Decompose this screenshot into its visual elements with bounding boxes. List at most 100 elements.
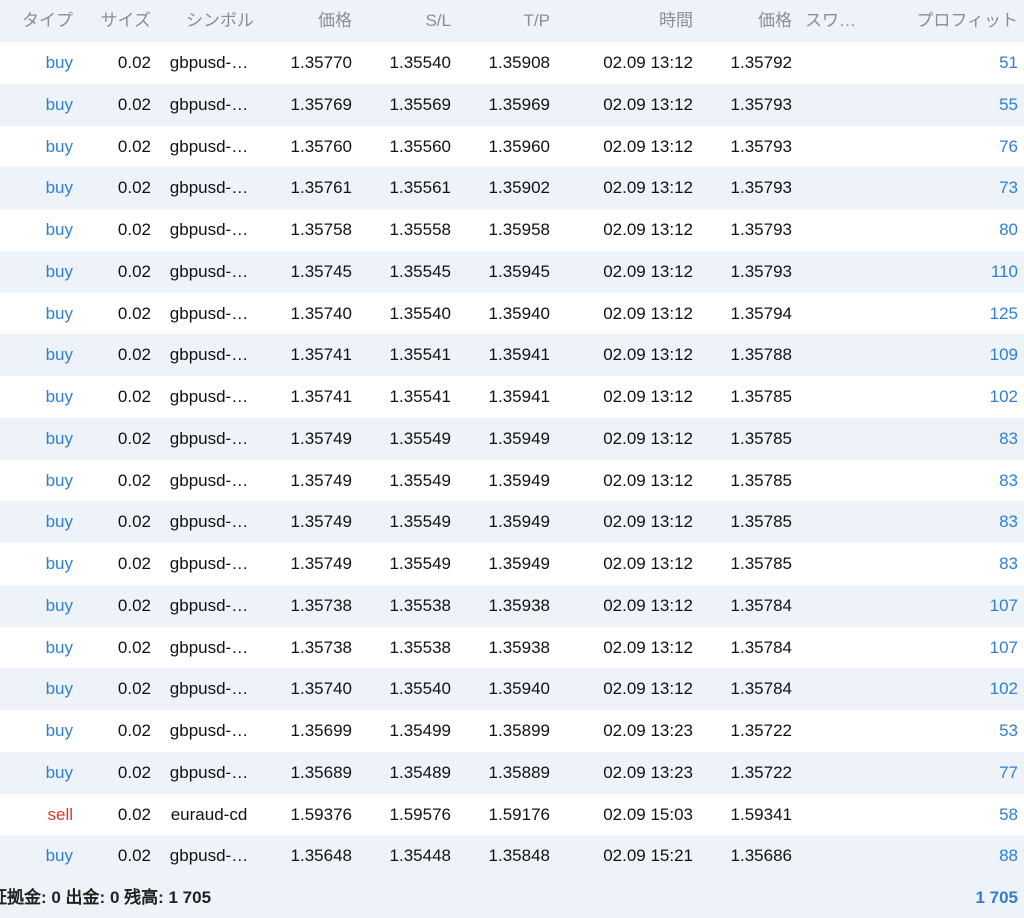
column-header-time[interactable]: 時間 [560,0,693,42]
table-row[interactable]: buy 0.02 gbpusd-… 1.35699 1.35499 1.3589… [0,710,1024,752]
trade-take-profit: 1.35940 [488,679,550,699]
table-row[interactable]: buy 0.02 gbpusd-… 1.35760 1.35560 1.3596… [0,125,1024,168]
trade-type: sell [47,804,73,824]
trade-open-price: 1.35758 [290,220,352,239]
table-row[interactable]: buy 0.02 gbpusd-… 1.35689 1.35489 1.3588… [0,751,1024,794]
table-row[interactable]: buy 0.02 gbpusd-… 1.35749 1.35549 1.3594… [0,417,1024,460]
trade-take-profit: 1.35848 [488,846,550,866]
trade-swap [805,794,875,836]
table-row[interactable]: buy 0.02 gbpusd-… 1.35749 1.35549 1.3594… [0,459,1024,502]
trade-time: 02.09 13:12 [603,512,693,532]
table-row[interactable]: buy 0.02 gbpusd-… 1.35738 1.35538 1.3593… [0,626,1024,669]
table-row[interactable]: buy 0.02 gbpusd-… 1.35770 1.35540 1.3590… [0,42,1024,84]
trade-time: 02.09 13:12 [603,53,693,72]
trade-swap [805,418,875,460]
trade-open-price: 1.35738 [290,637,352,657]
trade-swap [805,126,875,168]
column-header-stop-loss[interactable]: S/L [360,0,451,42]
column-header-swap[interactable]: スワ… [805,0,875,42]
trade-type: buy [45,303,73,323]
trade-size: 0.02 [117,136,151,156]
column-header-size[interactable]: サイズ [80,0,152,42]
trade-time: 02.09 13:12 [603,345,693,365]
trade-take-profit: 1.35938 [488,637,550,657]
trade-size: 0.02 [117,94,151,114]
table-row[interactable]: buy 0.02 gbpusd-… 1.35745 1.35545 1.3594… [0,250,1024,293]
trade-type: buy [45,220,73,239]
trade-time: 02.09 13:12 [603,470,693,490]
trade-type: buy [45,261,73,281]
trade-swap [805,627,875,669]
trade-current-price: 1.35794 [730,303,792,323]
trade-size: 0.02 [117,762,151,782]
table-row[interactable]: buy 0.02 gbpusd-… 1.35749 1.35549 1.3594… [0,501,1024,543]
trade-time: 02.09 15:03 [603,804,693,824]
trade-rows: buy 0.02 gbpusd-… 1.35770 1.35540 1.3590… [0,42,1024,877]
trade-time: 02.09 13:12 [603,178,693,198]
table-row[interactable]: buy 0.02 gbpusd-… 1.35740 1.35540 1.3594… [0,292,1024,335]
trade-size: 0.02 [117,53,151,72]
trade-swap [805,710,875,752]
table-row[interactable]: buy 0.02 gbpusd-… 1.35738 1.35538 1.3593… [0,584,1024,627]
account-total-profit: 1 705 [975,888,1018,907]
trade-stop-loss: 1.35561 [389,178,451,198]
trade-open-price: 1.35738 [290,595,352,615]
trade-swap [805,84,875,126]
trade-take-profit: 1.35941 [488,345,550,365]
trade-current-price: 1.35686 [730,846,792,866]
trade-profit: 109 [989,345,1018,365]
column-header-current-price[interactable]: 価格 [700,0,792,42]
trade-profit: 83 [999,428,1018,448]
trade-current-price: 1.35785 [730,387,792,406]
trade-profit: 83 [999,512,1018,532]
trade-swap [805,376,875,418]
table-row[interactable]: buy 0.02 gbpusd-… 1.35749 1.35549 1.3594… [0,543,1024,585]
trade-take-profit: 1.35949 [488,470,550,490]
table-row[interactable]: buy 0.02 gbpusd-… 1.35741 1.35541 1.3594… [0,376,1024,418]
trade-symbol: euraud-cd [170,804,248,824]
trade-open-price: 1.35699 [290,721,352,740]
trade-size: 0.02 [117,846,151,866]
trade-current-price: 1.35792 [730,53,792,72]
trade-time: 02.09 15:21 [603,846,693,866]
trade-time: 02.09 13:12 [603,554,693,573]
table-row[interactable]: buy 0.02 gbpusd-… 1.35769 1.35569 1.3596… [0,83,1024,126]
column-header-take-profit[interactable]: T/P [458,0,550,42]
trade-current-price: 1.35722 [730,721,792,740]
table-row[interactable]: sell 0.02 euraud-cd 1.59376 1.59576 1.59… [0,793,1024,836]
trade-symbol: gbpusd-… [169,136,249,156]
trade-size: 0.02 [117,679,151,699]
table-row[interactable]: buy 0.02 gbpusd-… 1.35741 1.35541 1.3594… [0,334,1024,376]
column-header-type[interactable]: タイプ [0,0,73,42]
table-row[interactable]: buy 0.02 gbpusd-… 1.35761 1.35561 1.3590… [0,167,1024,209]
trade-stop-loss: 1.35541 [389,387,451,406]
trade-time: 02.09 13:12 [603,595,693,615]
trade-open-price: 1.35741 [290,345,352,365]
trade-size: 0.02 [117,804,151,824]
trade-symbol: gbpusd-… [169,53,249,72]
trade-take-profit: 1.35949 [488,554,550,573]
trade-symbol: gbpusd-… [169,762,249,782]
trade-swap [805,501,875,543]
trade-stop-loss: 1.35549 [389,470,451,490]
trade-stop-loss: 1.35549 [389,554,451,573]
column-header-symbol[interactable]: シンボル [164,0,254,42]
trade-open-price: 1.35740 [290,679,352,699]
trade-symbol: gbpusd-… [169,554,249,573]
trade-current-price: 1.35788 [730,345,792,365]
trade-open-price: 1.59376 [290,804,352,824]
table-row[interactable]: buy 0.02 gbpusd-… 1.35758 1.35558 1.3595… [0,209,1024,251]
trade-size: 0.02 [117,512,151,532]
table-row[interactable]: buy 0.02 gbpusd-… 1.35648 1.35448 1.3584… [0,835,1024,877]
trade-current-price: 1.35722 [730,762,792,782]
trade-size: 0.02 [117,470,151,490]
trade-profit: 80 [999,220,1018,239]
trade-stop-loss: 1.35540 [389,53,451,72]
table-row[interactable]: buy 0.02 gbpusd-… 1.35740 1.35540 1.3594… [0,668,1024,710]
trade-symbol: gbpusd-… [169,637,249,657]
column-header-open-price[interactable]: 価格 [260,0,352,42]
table-header: タイプ サイズ シンボル 価格 S/L T/P 時間 価格 スワ… プロフィット [0,0,1024,42]
trade-type: buy [45,762,73,782]
column-header-profit[interactable]: プロフィット [880,0,1018,42]
trade-swap [805,167,875,209]
